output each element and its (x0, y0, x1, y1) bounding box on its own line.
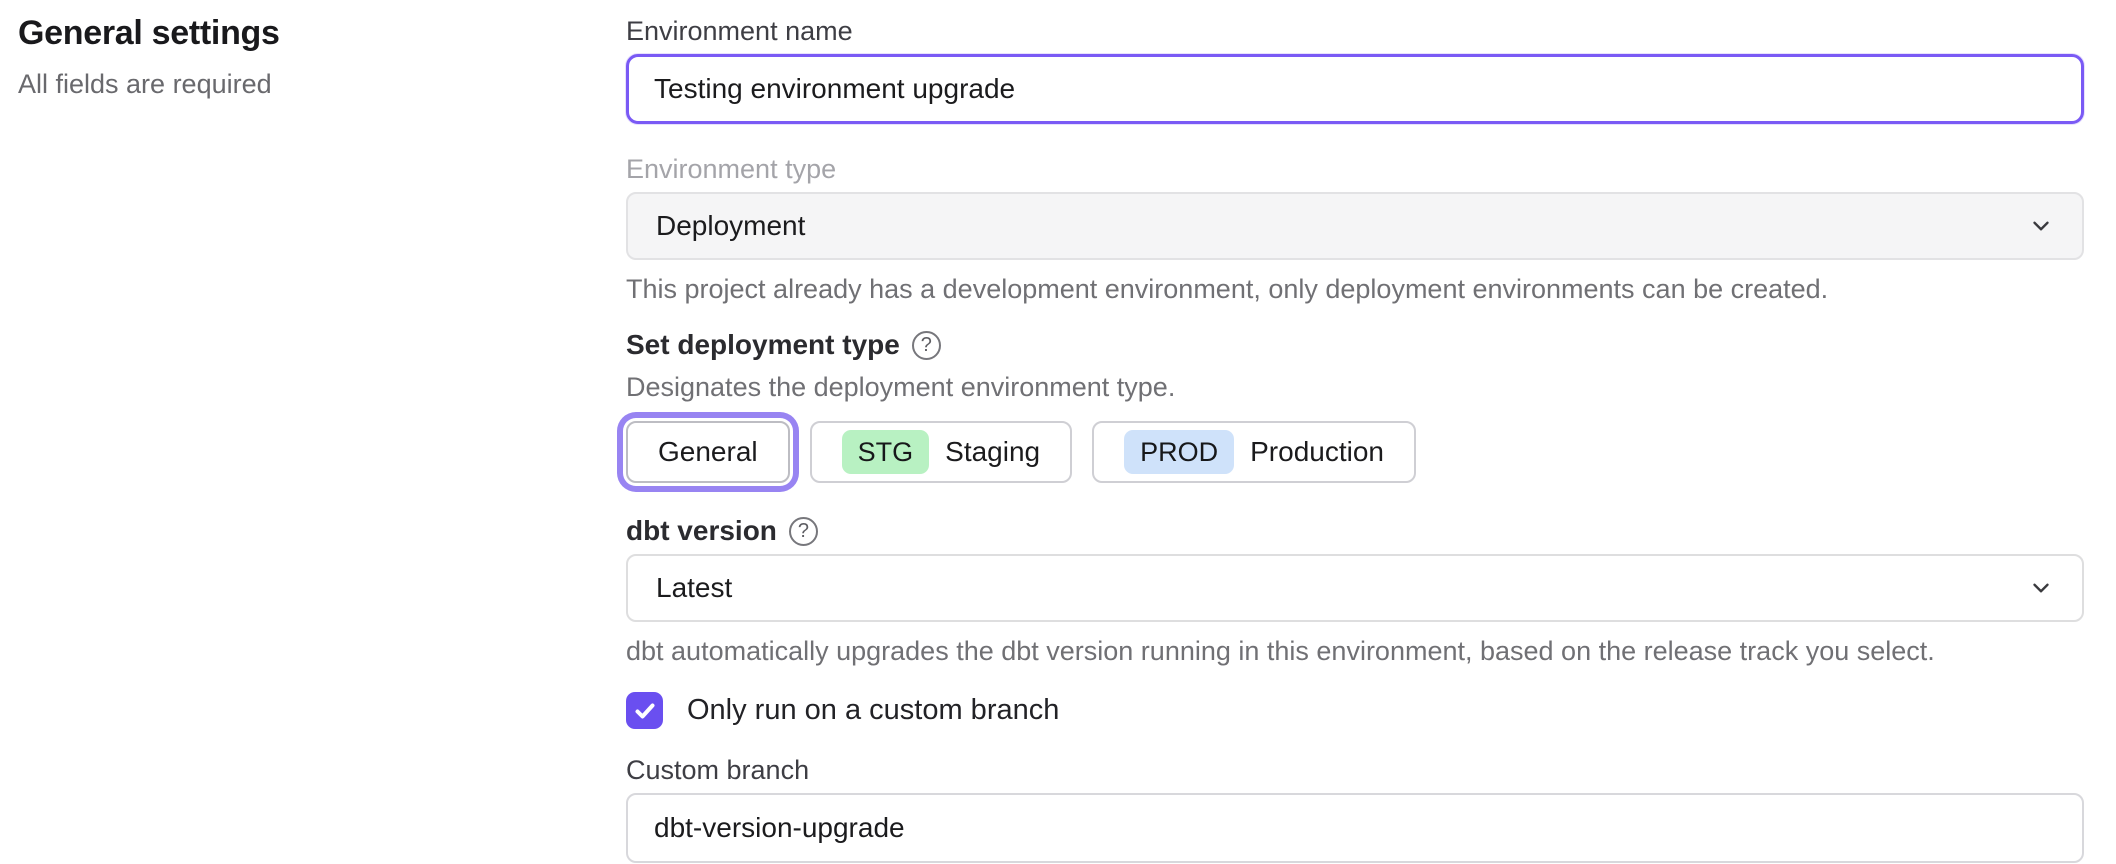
page-title: General settings (18, 14, 578, 53)
custom-branch-checkbox[interactable] (626, 692, 663, 729)
chevron-down-icon (2028, 213, 2054, 239)
environment-type-helper: This project already has a development e… (626, 272, 2084, 306)
deployment-type-description: Designates the deployment environment ty… (626, 370, 2084, 404)
custom-branch-toggle-label[interactable]: Only run on a custom branch (687, 694, 1059, 727)
deployment-type-production-label: Production (1250, 436, 1384, 468)
custom-branch-label: Custom branch (626, 753, 2084, 787)
dbt-version-select[interactable]: Latest (626, 554, 2084, 622)
page-subtitle: All fields are required (18, 69, 578, 100)
environment-name-input[interactable] (626, 54, 2084, 124)
page-heading-block: General settings All fields are required (18, 14, 578, 100)
environment-type-value: Deployment (656, 210, 805, 242)
checkmark-icon (633, 699, 657, 723)
dbt-version-label-row: dbt version ? (626, 514, 2084, 548)
production-badge: PROD (1124, 430, 1234, 474)
dbt-version-helper: dbt automatically upgrades the dbt versi… (626, 634, 2084, 668)
chevron-down-icon (2028, 575, 2054, 601)
deployment-type-staging-label: Staging (945, 436, 1040, 468)
staging-badge: STG (842, 430, 930, 474)
dbt-version-label: dbt version (626, 514, 777, 548)
deployment-type-label-row: Set deployment type ? (626, 328, 2084, 362)
custom-branch-input[interactable] (626, 793, 2084, 863)
environment-type-select[interactable]: Deployment (626, 192, 2084, 260)
deployment-type-production-button[interactable]: PROD Production (1092, 421, 1416, 483)
environment-name-label: Environment name (626, 14, 2084, 48)
environment-type-label: Environment type (626, 152, 2084, 186)
deployment-type-general-label: General (658, 436, 758, 468)
help-icon[interactable]: ? (912, 331, 941, 360)
dbt-version-value: Latest (656, 572, 732, 604)
deployment-type-general-button[interactable]: General (626, 421, 790, 483)
general-settings-page: General settings All fields are required… (0, 0, 2116, 864)
help-icon[interactable]: ? (789, 517, 818, 546)
deployment-type-options: General STG Staging PROD Production (626, 412, 2084, 492)
settings-form: Environment name Environment type Deploy… (626, 0, 2084, 863)
custom-branch-toggle-row: Only run on a custom branch (626, 692, 2084, 729)
deployment-type-label: Set deployment type (626, 328, 900, 362)
deployment-type-staging-button[interactable]: STG Staging (810, 421, 1072, 483)
